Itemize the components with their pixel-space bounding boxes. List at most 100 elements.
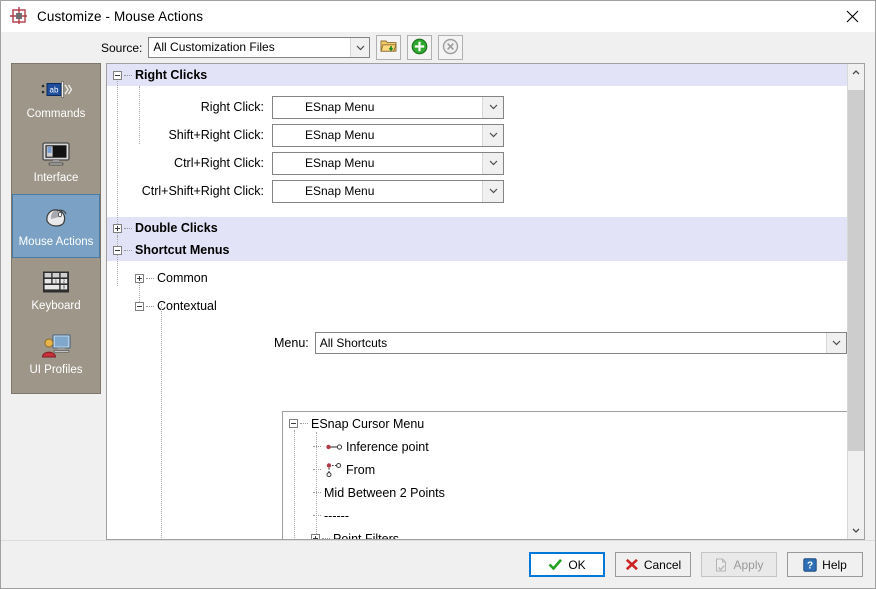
green-plus-icon [411,38,428,58]
tree-guide-line [316,432,317,539]
sidebar-item-interface[interactable]: Interface [12,130,100,194]
combobox-value: ESnap Menu [305,155,375,170]
customize-dialog: Customize - Mouse Actions Source: All Cu… [0,0,876,589]
list-item[interactable]: Point Filters [283,527,847,539]
tree-connector [146,305,154,307]
tree-group-label: Right Clicks [135,68,208,82]
apply-page-icon [714,558,728,572]
scroll-thumb[interactable] [848,89,864,452]
sidebar-item-label: Commands [26,108,86,120]
list-item[interactable]: Inference point [283,435,847,458]
scroll-down-button[interactable] [848,522,864,539]
expand-expander-icon[interactable] [135,273,144,283]
tree-guide-line [139,86,140,144]
chevron-down-icon[interactable] [482,124,503,146]
cancel-button[interactable]: Cancel [615,552,691,577]
svg-text:?: ? [807,560,813,571]
collapse-expander-icon[interactable] [289,419,298,428]
green-check-icon [548,558,563,571]
ctrl-right-click-action-combobox[interactable]: ESnap Menu [272,151,504,175]
unload-customization-file-button [438,35,464,60]
list-item-label: Mid Between 2 Points [324,485,445,500]
tree-item-contextual[interactable]: Contextual [107,295,847,317]
chevron-down-icon[interactable] [482,152,503,174]
right-click-action-combobox[interactable]: ESnap Menu [272,95,504,119]
tree-connector [313,469,321,470]
tree-connector [300,423,308,424]
help-button[interactable]: ? Help [787,552,863,577]
field-label: Ctrl+Shift+Right Click: [141,184,264,198]
tree-connector [124,249,132,251]
scroll-track[interactable] [848,81,864,522]
shortcut-menu-listbox[interactable]: ESnap Cursor Menu Inference point From M… [282,411,847,539]
field-label: Shift+Right Click: [168,128,264,142]
folder-open-icon [380,38,398,57]
tree-item-label: Common [157,271,208,285]
mouse-actions-tree: Right Clicks Right Click: ESnap Menu Shi… [107,64,847,539]
window-title: Customize - Mouse Actions [37,8,204,24]
gray-remove-icon [442,38,459,58]
field-row-ctrl-shift-right-click: Ctrl+Shift+Right Click: ESnap Menu [107,177,847,205]
list-item[interactable]: Mid Between 2 Points [283,481,847,504]
expand-expander-icon[interactable] [113,223,122,233]
combobox-value: ESnap Menu [305,127,375,142]
tree-group-label: Double Clicks [135,221,218,235]
scroll-up-button[interactable] [848,64,864,81]
tree-guide-line [117,236,118,286]
ok-button[interactable]: OK [529,552,605,577]
load-partial-customization-file-button[interactable] [376,35,402,60]
menu-selector-row: Menu: All Shortcuts [107,330,847,356]
field-label: Ctrl+Right Click: [174,156,264,170]
tree-group-right-clicks[interactable]: Right Clicks [107,64,847,86]
ctrl-shift-right-click-action-combobox[interactable]: ESnap Menu [272,179,504,203]
tree-item-common[interactable]: Common [107,267,847,289]
expand-expander-icon[interactable] [311,534,320,539]
sidebar-item-mouse-actions[interactable]: Mouse Actions [12,194,100,258]
sidebar-item-ui-profiles[interactable]: UI Profiles [12,322,100,386]
list-item[interactable]: ESnap Cursor Menu [283,412,847,435]
list-item-separator[interactable]: ------ [283,504,847,527]
collapse-expander-icon[interactable] [113,70,122,80]
collapse-expander-icon[interactable] [113,245,122,255]
tree-group-shortcut-menus[interactable]: Shortcut Menus [107,239,847,261]
tree-connector [313,446,321,447]
chevron-down-icon[interactable] [482,96,503,118]
field-row-ctrl-right-click: Ctrl+Right Click: ESnap Menu [107,149,847,177]
list-item-label: ESnap Cursor Menu [311,416,425,431]
sidebar-item-keyboard[interactable]: 1 2 0 Keyboard [12,258,100,322]
tree-connector [124,227,132,229]
user-profile-icon [39,331,73,361]
source-toolbar: Source: All Customization Files [1,32,875,63]
create-new-customization-file-button[interactable] [407,35,433,60]
close-icon [846,10,859,23]
tree-connector [124,74,132,76]
source-combobox-value: All Customization Files [153,40,275,54]
inference-point-icon [324,439,346,455]
chevron-down-icon[interactable] [826,333,846,353]
sidebar-item-commands[interactable]: ab Commands [12,66,100,130]
menu-combobox[interactable]: All Shortcuts [314,332,847,354]
tree-guide-line [117,78,118,238]
cancel-button-label: Cancel [643,557,682,572]
panel-vertical-scrollbar[interactable] [847,64,864,539]
field-row-shift-right-click: Shift+Right Click: ESnap Menu [107,121,847,149]
list-item[interactable]: From [283,458,847,481]
source-combobox[interactable]: All Customization Files [148,37,371,58]
chevron-down-icon[interactable] [350,38,370,57]
combobox-value: ESnap Menu [305,183,375,198]
collapse-expander-icon[interactable] [135,301,144,311]
sidebar-item-label: UI Profiles [29,364,83,376]
chevron-down-icon[interactable] [482,180,503,202]
tree-guide-line [294,430,295,539]
tree-group-double-clicks[interactable]: Double Clicks [107,217,847,239]
list-item-label: From [346,462,376,477]
shift-right-click-action-combobox[interactable]: ESnap Menu [272,123,504,147]
dialog-footer: OK Cancel Apply ? Help [1,540,875,588]
sidebar-item-label: Interface [33,172,79,184]
list-item-label: Inference point [346,439,429,454]
svg-text:ab: ab [50,86,59,95]
apply-button-label: Apply [733,557,764,572]
close-button[interactable] [829,1,875,32]
ok-button-label: OK [568,557,586,572]
